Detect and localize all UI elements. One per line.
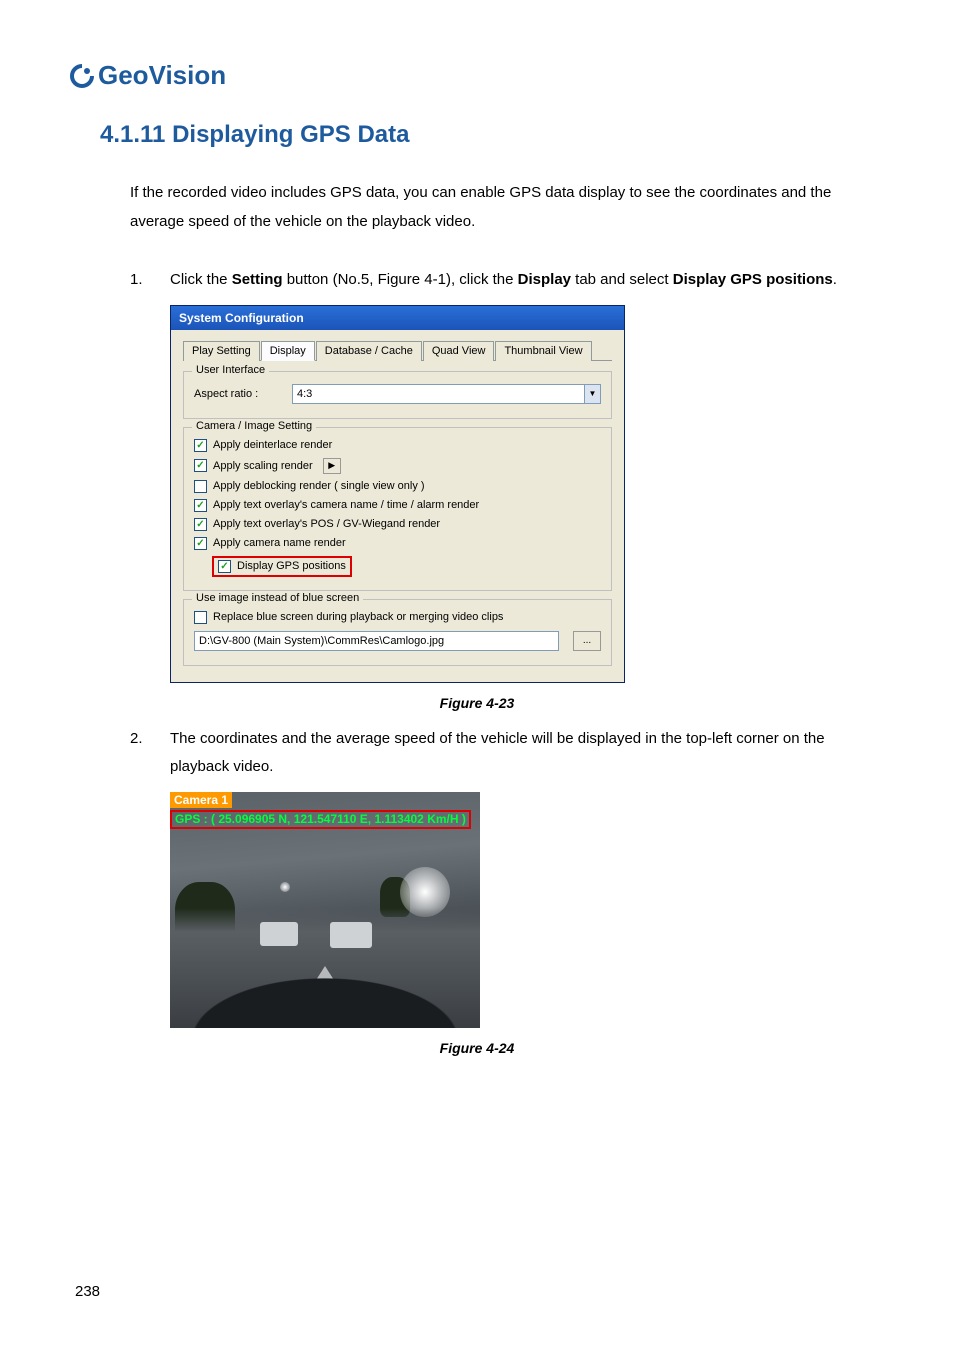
tab-strip: Play Setting Display Database / Cache Qu… (183, 340, 612, 361)
scene-dashboard (170, 968, 480, 1028)
check-label: Apply scaling render (213, 460, 313, 472)
gps-overlay-highlight: GPS : ( 25.096905 N, 121.547110 E, 1.113… (170, 810, 471, 829)
checkbox-icon: ✓ (194, 518, 207, 531)
group-title: User Interface (192, 364, 269, 376)
check-label: Apply text overlay's camera name / time … (213, 499, 479, 511)
text-bold: Setting (232, 271, 283, 288)
image-path-input[interactable]: D:\GV-800 (Main System)\CommRes\Camlogo.… (194, 631, 559, 651)
checkbox-icon (194, 480, 207, 493)
highlight-box: ✓ Display GPS positions (212, 556, 352, 577)
aspect-ratio-row: Aspect ratio : 4:3 ▼ (194, 380, 601, 408)
group-user-interface: User Interface Aspect ratio : 4:3 ▼ (183, 371, 612, 419)
check-camera-name[interactable]: ✓ Apply camera name render (194, 534, 601, 553)
check-replace-blue[interactable]: Replace blue screen during playback or m… (194, 608, 601, 627)
chevron-down-icon: ▼ (584, 385, 600, 403)
check-label: Apply text overlay's POS / GV-Wiegand re… (213, 518, 440, 530)
figure-4-24: Camera 1 GPS : ( 25.096905 N, 121.547110… (170, 792, 480, 1028)
group-camera-image-setting: Camera / Image Setting ✓ Apply deinterla… (183, 427, 612, 591)
step-2: 2. The coordinates and the average speed… (130, 725, 884, 782)
intro-paragraph: If the recorded video includes GPS data,… (130, 179, 884, 236)
logo-text: GeoVision (98, 60, 226, 91)
check-deinterlace[interactable]: ✓ Apply deinterlace render (194, 436, 601, 455)
group-title: Camera / Image Setting (192, 420, 316, 432)
text: tab and select (571, 271, 673, 288)
figure-4-23: System Configuration Play Setting Displa… (170, 305, 625, 683)
browse-button[interactable]: ... (573, 631, 601, 651)
check-deblocking[interactable]: Apply deblocking render ( single view on… (194, 477, 601, 496)
section-heading: 4.1.11 Displaying GPS Data (100, 121, 884, 149)
group-blue-screen: Use image instead of blue screen Replace… (183, 599, 612, 666)
dialog-titlebar: System Configuration (171, 306, 624, 330)
text: Click the (170, 271, 232, 288)
step-number: 1. (130, 266, 170, 295)
text: button (No.5, Figure 4-1), click the (283, 271, 518, 288)
text-bold: Display (518, 271, 571, 288)
check-label: Apply camera name render (213, 537, 346, 549)
figure-caption-4-23: Figure 4-23 (70, 695, 884, 711)
step-1: 1. Click the Setting button (No.5, Figur… (130, 266, 884, 295)
page-number: 238 (75, 1283, 100, 1300)
check-scaling[interactable]: ✓ Apply scaling render ▶ (194, 455, 601, 477)
check-overlay-pos[interactable]: ✓ Apply text overlay's POS / GV-Wiegand … (194, 515, 601, 534)
checkbox-icon: ✓ (194, 537, 207, 550)
figure-caption-4-24: Figure 4-24 (70, 1040, 884, 1056)
tab-thumbnail-view[interactable]: Thumbnail View (495, 341, 591, 361)
step-body: The coordinates and the average speed of… (170, 725, 884, 782)
tab-display[interactable]: Display (261, 341, 315, 361)
group-title: Use image instead of blue screen (192, 592, 363, 604)
check-label: Apply deblocking render ( single view on… (213, 480, 425, 492)
checkbox-icon: ✓ (194, 499, 207, 512)
image-path-row: D:\GV-800 (Main System)\CommRes\Camlogo.… (194, 627, 601, 655)
dialog-body: Play Setting Display Database / Cache Qu… (171, 330, 624, 682)
system-configuration-dialog: System Configuration Play Setting Displa… (170, 305, 625, 683)
scene-light (280, 882, 290, 892)
camera-name-overlay: Camera 1 (170, 792, 232, 808)
check-display-gps-row: ✓ Display GPS positions (212, 553, 601, 580)
aspect-ratio-select[interactable]: 4:3 ▼ (292, 384, 601, 404)
text-bold: Display GPS positions (673, 271, 833, 288)
tab-play-setting[interactable]: Play Setting (183, 341, 260, 361)
tab-quad-view[interactable]: Quad View (423, 341, 495, 361)
logo-icon (70, 64, 94, 88)
check-label: Replace blue screen during playback or m… (213, 611, 503, 623)
gps-overlay-text: GPS : ( 25.096905 N, 121.547110 E, 1.113… (175, 812, 466, 826)
step-number: 2. (130, 725, 170, 782)
scaling-options-button[interactable]: ▶ (323, 458, 341, 474)
check-label[interactable]: Display GPS positions (237, 560, 346, 572)
checkbox-icon (194, 611, 207, 624)
scene-car (260, 922, 298, 946)
tab-database-cache[interactable]: Database / Cache (316, 341, 422, 361)
checkbox-icon[interactable]: ✓ (218, 560, 231, 573)
select-value: 4:3 (293, 388, 584, 400)
scene-car (330, 922, 372, 948)
checkbox-icon: ✓ (194, 459, 207, 472)
check-overlay-camera[interactable]: ✓ Apply text overlay's camera name / tim… (194, 496, 601, 515)
aspect-ratio-label: Aspect ratio : (194, 388, 284, 400)
checkbox-icon: ✓ (194, 439, 207, 452)
check-label: Apply deinterlace render (213, 439, 332, 451)
step-body: Click the Setting button (No.5, Figure 4… (170, 266, 884, 295)
text: . (833, 271, 837, 288)
camera-playback-image: Camera 1 GPS : ( 25.096905 N, 121.547110… (170, 792, 480, 1028)
logo: GeoVision (70, 60, 884, 91)
